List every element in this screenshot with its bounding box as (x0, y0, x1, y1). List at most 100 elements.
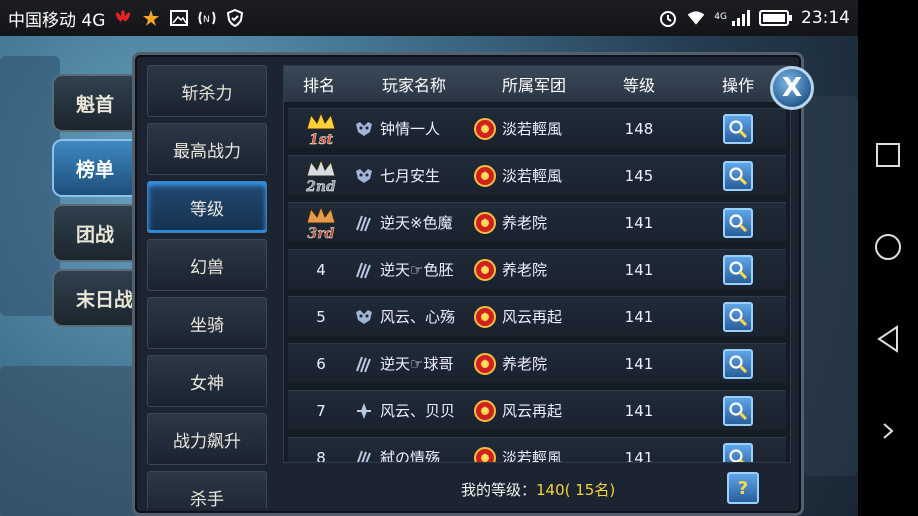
view-player-button[interactable] (723, 207, 753, 238)
rank-badge: 1st (288, 111, 354, 147)
status-bar: 中国移动 4G N 4G 23:14 (0, 0, 858, 36)
star-icon (141, 8, 161, 28)
guild-emblem-icon: ★ (474, 305, 496, 328)
sub-tab-beast[interactable]: 幻兽 (147, 239, 267, 291)
table-row[interactable]: 4 逆天☞色胚 ★ 养老院 141 (288, 249, 786, 289)
guild-emblem-icon: ★ (474, 352, 496, 375)
expand-arrow-icon[interactable] (871, 414, 905, 448)
guild-name: 淡若輕風 (502, 167, 563, 185)
sub-tab-mount[interactable]: 坐骑 (147, 297, 267, 349)
sub-tab-label: 斩杀力 (181, 83, 233, 104)
demon-mask-icon (354, 120, 374, 138)
view-player-button[interactable] (723, 395, 753, 426)
table-row[interactable]: 7 风云、贝贝 ★ 风云再起 141 (288, 390, 786, 430)
wifi-icon (686, 8, 706, 28)
sub-tab-level[interactable]: 等级 (147, 181, 267, 233)
sub-tab-label: 幻兽 (190, 257, 224, 278)
background-architecture (800, 96, 858, 476)
main-tab-team-battle[interactable]: 团战 (52, 204, 142, 262)
table-row[interactable]: 5 风云、心殇 ★ 风云再起 141 (288, 296, 786, 336)
home-button[interactable] (871, 230, 905, 264)
help-button[interactable]: ? (727, 472, 759, 504)
image-icon (169, 8, 189, 28)
background-tower (0, 56, 60, 316)
main-tab-ranking[interactable]: 榜单 (52, 139, 142, 197)
ranking-category-list[interactable]: 斩杀力 最高战力 等级 幻兽 坐骑 女神 战力飙升 杀手 (147, 65, 271, 509)
guild-emblem-icon: ★ (474, 446, 496, 462)
guild-cell: ★ 养老院 (474, 352, 594, 375)
sub-tab-kill-power[interactable]: 斩杀力 (147, 65, 267, 117)
main-tab-label: 团战 (76, 223, 115, 246)
claw-icon (354, 449, 374, 462)
rank-label: 2nd (305, 179, 336, 194)
guild-emblem-icon: ★ (474, 211, 496, 234)
view-player-button[interactable] (723, 160, 753, 191)
view-player-button[interactable] (723, 113, 753, 144)
my-level-text: 我的等级：140( 15名) (461, 479, 615, 500)
player-level: 141 (624, 307, 654, 326)
guild-name: 淡若輕風 (502, 449, 563, 463)
action-cell (684, 160, 790, 191)
recent-apps-button[interactable] (871, 138, 905, 172)
player-level: 141 (624, 401, 654, 420)
table-row[interactable]: 3rd 逆天※色魔 ★ 养老院 141 (288, 202, 786, 242)
gold-crown-icon: 1st (306, 111, 336, 147)
player-level: 148 (624, 119, 654, 138)
rank-label: 3rd (308, 226, 335, 241)
table-row[interactable]: 2nd 七月安生 ★ 淡若輕風 145 (288, 155, 786, 195)
android-nav-bar (858, 0, 918, 516)
ranking-table[interactable]: 排名 玩家名称 所属军团 等级 操作 1st 钟情一人 ★ 淡若輕風 148 2… (283, 65, 791, 463)
sub-tab-power-surge[interactable]: 战力飙升 (147, 413, 267, 465)
player-name: 七月安生 (380, 167, 441, 185)
guild-emblem-icon: ★ (474, 399, 496, 422)
table-body: 1st 钟情一人 ★ 淡若輕風 148 2nd 七月安生 ★ 淡若輕風 145 … (284, 108, 790, 463)
close-button[interactable]: X (770, 66, 814, 110)
guild-cell: ★ 淡若輕風 (474, 446, 594, 463)
table-row[interactable]: 6 逆天☞球哥 ★ 养老院 141 (288, 343, 786, 383)
signal-icon (731, 8, 751, 28)
player-name: 逆天※色魔 (380, 214, 453, 232)
view-player-button[interactable] (723, 442, 753, 462)
magnifier-icon (729, 260, 748, 279)
guild-emblem-icon: ★ (474, 117, 496, 140)
rank-number: 5 (316, 307, 326, 326)
player-name: 风云、心殇 (380, 308, 456, 326)
player-level: 141 (624, 213, 654, 232)
view-player-button[interactable] (723, 301, 753, 332)
sub-tab-goddess[interactable]: 女神 (147, 355, 267, 407)
header-player: 玩家名称 (381, 76, 446, 95)
guild-emblem-icon: ★ (474, 258, 496, 281)
demon-mask-icon (354, 308, 374, 326)
my-level-value: 140( 15名) (536, 481, 616, 499)
bronze-crown-icon: 3rd (306, 205, 336, 241)
table-row[interactable]: 8 弑の情殇 ★ 淡若輕風 141 (288, 437, 786, 463)
main-tab-doomsday[interactable]: 末日战 (52, 269, 142, 327)
rank-number: 4 (316, 260, 326, 279)
my-level-label: 我的等级： (461, 481, 537, 499)
action-cell (684, 442, 790, 462)
player-cell: 风云、心殇 (354, 306, 474, 327)
back-button[interactable] (871, 322, 905, 356)
magnifier-icon (729, 166, 748, 185)
sub-tab-killer[interactable]: 杀手 (147, 471, 267, 509)
magnifier-icon (729, 354, 748, 373)
battery-icon (759, 8, 793, 28)
table-row[interactable]: 1st 钟情一人 ★ 淡若輕風 148 (288, 108, 786, 148)
header-rank: 排名 (302, 76, 335, 95)
shield-icon (225, 8, 245, 28)
main-tab-champion[interactable]: 魁首 (52, 74, 142, 132)
sub-tab-top-power[interactable]: 最高战力 (147, 123, 267, 175)
player-cell: 逆天☞球哥 (354, 353, 474, 374)
sub-tab-label: 杀手 (190, 489, 224, 510)
game-scene: 魁首 榜单 团战 末日战 斩杀力 最高战力 等级 幻兽 坐骑 女神 战力飙升 杀… (0, 36, 858, 516)
magnifier-icon (729, 213, 748, 232)
claw-icon (354, 355, 374, 373)
view-player-button[interactable] (723, 348, 753, 379)
huawei-logo-icon (113, 8, 133, 28)
guild-cell: ★ 养老院 (474, 211, 594, 234)
sub-tab-label: 女神 (190, 373, 224, 394)
action-cell (684, 348, 790, 379)
guild-emblem-icon: ★ (474, 164, 496, 187)
rank-badge: 2nd (288, 158, 354, 194)
view-player-button[interactable] (723, 254, 753, 285)
